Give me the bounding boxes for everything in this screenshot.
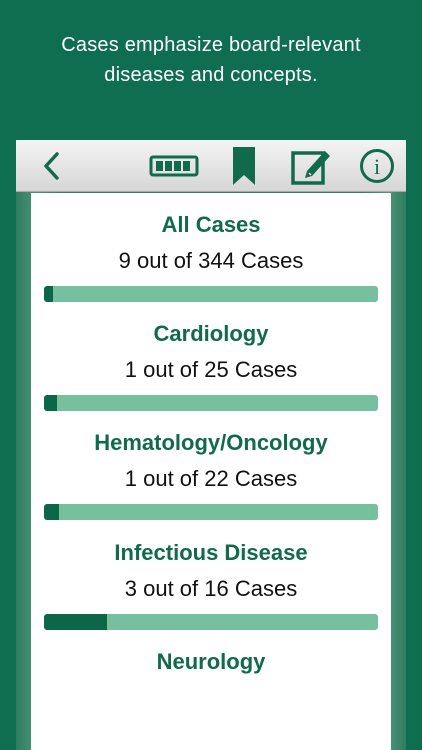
progress-bar	[44, 614, 378, 630]
category-count: 1 out of 22 Cases	[124, 466, 298, 491]
notes-button[interactable]	[288, 140, 334, 192]
back-button[interactable]	[30, 140, 74, 192]
promo-line-1: Cases emphasize board-relevant	[61, 34, 361, 56]
category-title: Infectious Disease	[114, 540, 308, 565]
toolbar: i	[16, 140, 406, 192]
info-button[interactable]: i	[354, 140, 400, 192]
category-count: 9 out of 344 Cases	[118, 248, 304, 273]
progress-bar	[44, 504, 378, 520]
back-icon	[44, 152, 59, 180]
progress-fill	[44, 504, 60, 520]
edit-icon	[291, 151, 330, 185]
categories-list: All Cases 9 out of 344 Cases Cardiology …	[31, 193, 391, 750]
category-count: 3 out of 16 Cases	[124, 576, 298, 601]
category-title: All Cases	[161, 212, 261, 237]
progress-fill	[44, 286, 53, 302]
progress-fill	[44, 395, 58, 411]
category-count: 1 out of 25 Cases	[124, 357, 298, 382]
category-title: Hematology/Oncology	[94, 430, 328, 455]
category-title: Neurology	[156, 649, 266, 674]
bookmark-icon	[233, 147, 255, 185]
progress-bar	[44, 286, 378, 302]
info-glyph: i	[374, 154, 380, 179]
device-frame: i All Cases 9 out of 344 Cases Cardiolog…	[16, 140, 406, 750]
info-icon: i	[360, 149, 394, 183]
category-title: Cardiology	[153, 321, 269, 346]
bookmark-button[interactable]	[224, 140, 264, 192]
progress-fill	[44, 614, 107, 630]
progress-bar	[44, 395, 378, 411]
progress-icon	[149, 155, 199, 177]
promo-caption: Cases emphasize board-relevant diseases …	[0, 30, 422, 90]
progress-button[interactable]	[146, 140, 202, 192]
promo-line-2: diseases and concepts.	[104, 64, 318, 86]
